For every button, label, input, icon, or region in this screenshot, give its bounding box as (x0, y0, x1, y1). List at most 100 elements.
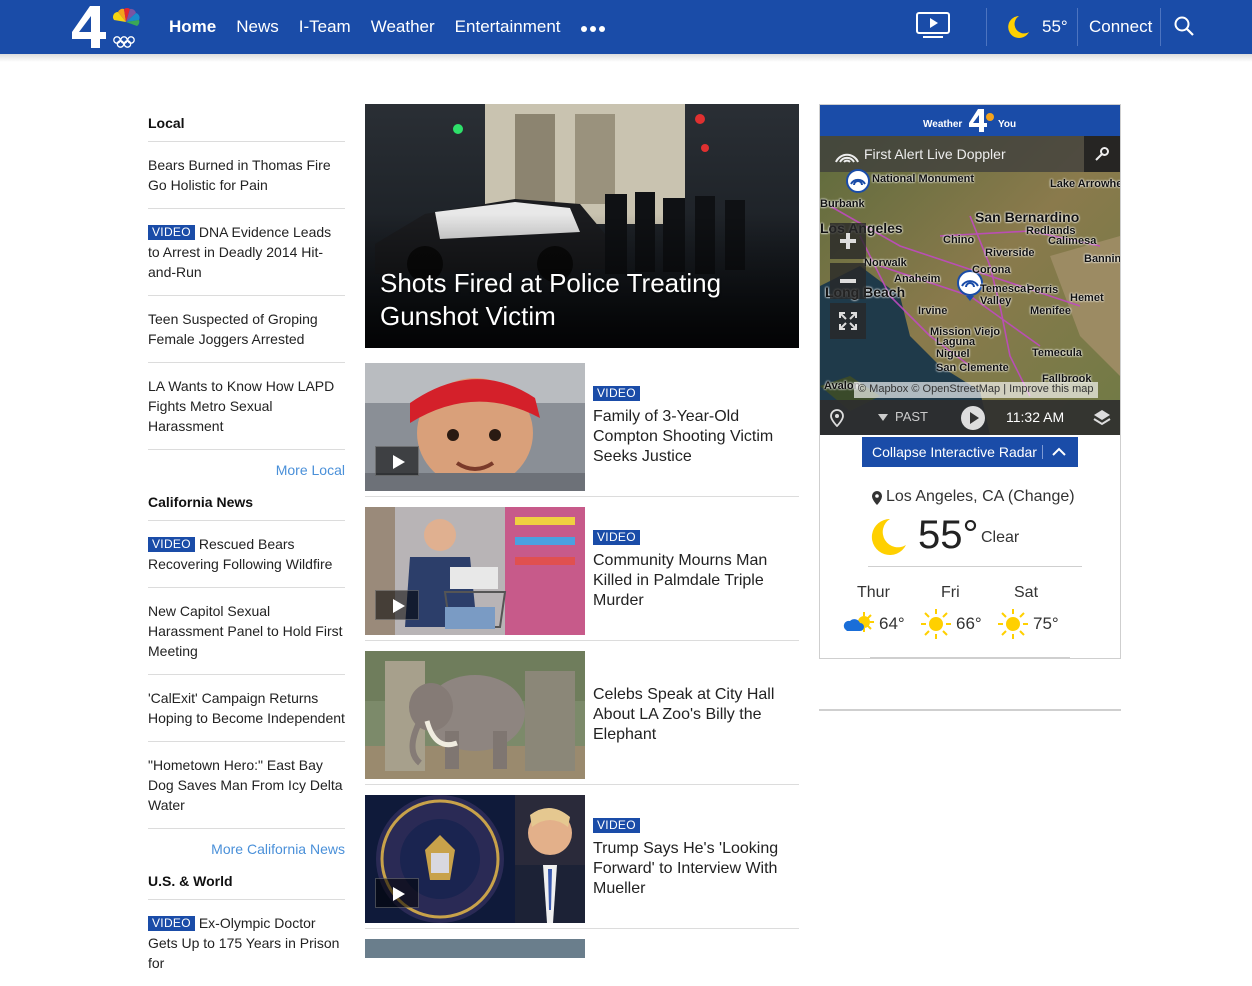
nav-divider (1160, 8, 1161, 46)
map-label-temecula: Temecula (1032, 347, 1082, 359)
more-california-link[interactable]: More California News (148, 829, 345, 869)
collapse-divider (1042, 445, 1043, 459)
story-title[interactable]: Family of 3-Year-Old Compton Shooting Vi… (593, 407, 793, 467)
story-card[interactable]: VIDEO Trump Says He's 'Looking Forward' … (365, 795, 799, 929)
story-thumbnail[interactable] (365, 363, 585, 491)
weather-header-left: Weather (923, 119, 963, 130)
card-text: VIDEO Family of 3-Year-Old Compton Shoot… (593, 385, 793, 467)
doppler-signal-icon (835, 153, 859, 163)
list-item[interactable]: 'CalExit' Campaign Returns Hoping to Bec… (148, 675, 345, 742)
weather-divider (868, 566, 1082, 567)
current-temperature: 55° (918, 513, 979, 557)
story-card[interactable]: Celebs Speak at City Hall About LA Zoo's… (365, 651, 799, 785)
story-card[interactable]: VIDEO Family of 3-Year-Old Compton Shoot… (365, 363, 799, 497)
more-local-link[interactable]: More Local (148, 450, 345, 490)
section-title-local[interactable]: Local (148, 104, 345, 142)
nav-divider (986, 8, 987, 46)
nbc4-small-logo (969, 109, 994, 132)
nav-entertainment[interactable]: Entertainment (455, 17, 561, 37)
map-label-corona: Corona (972, 264, 1011, 276)
radar-site-icon[interactable] (844, 169, 872, 197)
card-text: VIDEO Trump Says He's 'Looking Forward' … (593, 817, 793, 899)
map-label-chino: Chino (943, 234, 975, 246)
map-label-menifee: Menifee (1030, 305, 1071, 317)
map-label-temescal-valley: Temescal Valley (980, 283, 1030, 307)
map-label-san-bernardino: San Bernardino (975, 209, 1080, 225)
layers-icon[interactable] (1092, 408, 1112, 428)
list-item[interactable]: LA Wants to Know How LAPD Fights Metro S… (148, 363, 345, 450)
play-icon[interactable] (375, 878, 419, 908)
play-icon[interactable] (375, 446, 419, 476)
story-thumbnail[interactable] (365, 795, 585, 923)
sun-icon (998, 609, 1028, 639)
current-conditions: Clear (981, 529, 1020, 546)
list-item[interactable]: "Hometown Hero:" East Bay Dog Saves Man … (148, 742, 345, 829)
nav-news[interactable]: News (236, 17, 279, 37)
forecast-temp: 75° (1033, 614, 1059, 633)
nav-home[interactable]: Home (169, 17, 216, 37)
video-badge: VIDEO (148, 225, 195, 240)
radar-controls: PAST 11:32 AM (820, 400, 1120, 435)
more-menu-icon[interactable] (580, 22, 605, 32)
caret-down-icon[interactable] (878, 414, 888, 421)
map-label-san-clemente: San Clemente (936, 362, 1009, 374)
play-icon[interactable] (960, 405, 986, 431)
collapse-radar-label: Collapse Interactive Radar (872, 444, 1037, 460)
hero-story[interactable]: Shots Fired at Police Treating Gunshot V… (365, 104, 799, 348)
nav-connect[interactable]: Connect (1089, 17, 1152, 37)
list-item[interactable]: Teen Suspected of Groping Female Joggers… (148, 296, 345, 363)
card-text: VIDEO Community Mourns Man Killed in Pal… (593, 529, 793, 611)
nav-i-team[interactable]: I-Team (299, 17, 351, 37)
forecast-temp: 64° (879, 614, 905, 633)
map-label-perris: Perris (1027, 284, 1059, 296)
radar-map[interactable]: First Alert Live Doppler National Monume… (820, 136, 1120, 435)
collapse-radar-button[interactable]: Collapse Interactive Radar (862, 437, 1078, 467)
wrench-icon[interactable] (1084, 136, 1120, 172)
top-navigation: Home News I-Team Weather Entertainment 5… (0, 0, 1252, 54)
live-tv-icon[interactable] (915, 11, 951, 39)
zoom-out-button[interactable] (830, 263, 866, 299)
map-label-laguna-niguel: Laguna Niguel (936, 336, 976, 360)
list-item[interactable]: VIDEO Rescued Bears Recovering Following … (148, 521, 345, 588)
hero-title[interactable]: Shots Fired at Police Treating Gunshot V… (380, 267, 780, 333)
story-thumbnail[interactable] (365, 939, 585, 958)
sun-icon (921, 609, 951, 639)
section-title-california[interactable]: California News (148, 490, 345, 521)
story-thumbnail[interactable] (365, 507, 585, 635)
zoom-in-button[interactable] (830, 223, 866, 259)
past-toggle[interactable]: PAST (895, 409, 928, 424)
story-card[interactable]: VIDEO Community Mourns Man Killed in Pal… (365, 507, 799, 641)
story-thumbnail[interactable] (365, 651, 585, 779)
nav-weather[interactable]: Weather (371, 17, 435, 37)
list-item[interactable]: VIDEO Ex-Olympic Doctor Gets Up to 175 Ye… (148, 900, 345, 986)
right-column-divider (819, 709, 1121, 711)
story-title[interactable]: Community Mourns Man Killed in Palmdale … (593, 551, 793, 611)
story-card[interactable] (365, 939, 799, 958)
list-item[interactable]: VIDEO DNA Evidence Leads to Arrest in Dea… (148, 209, 345, 296)
forecast-temp: 66° (956, 614, 982, 633)
story-title[interactable]: Trump Says He's 'Looking Forward' to Int… (593, 839, 793, 899)
fullscreen-button[interactable] (830, 303, 866, 339)
nav-temperature[interactable]: 55° (1042, 17, 1068, 37)
list-item[interactable]: New Capitol Sexual Harassment Panel to H… (148, 588, 345, 675)
map-label-national-monument: National Monument (872, 173, 975, 185)
weather-header: Weather You (820, 105, 1120, 136)
video-badge: VIDEO (593, 818, 640, 833)
forecast-day: Thur (857, 584, 890, 601)
list-item[interactable]: Bears Burned in Thomas Fire Go Holistic … (148, 142, 345, 209)
video-badge: VIDEO (148, 537, 195, 552)
moon-icon (871, 518, 906, 555)
nbc4-logo[interactable] (70, 4, 146, 50)
weather-location[interactable]: Los Angeles, CA (Change) (886, 488, 1075, 506)
forecast-day: Sat (1014, 584, 1039, 601)
location-pin-icon[interactable] (830, 409, 844, 427)
play-icon[interactable] (375, 590, 419, 620)
map-attribution[interactable]: © Mapbox © OpenStreetMap | Improve this … (854, 382, 1098, 398)
map-label-irvine: Irvine (918, 305, 948, 317)
search-icon[interactable] (1173, 15, 1195, 37)
section-title-us-world[interactable]: U.S. & World (148, 869, 345, 900)
story-title[interactable]: Celebs Speak at City Hall About LA Zoo's… (593, 685, 793, 745)
moon-icon[interactable] (1005, 14, 1031, 40)
map-label-banning: Banning (1084, 253, 1120, 265)
map-title-bar: First Alert Live Doppler (820, 136, 1120, 172)
